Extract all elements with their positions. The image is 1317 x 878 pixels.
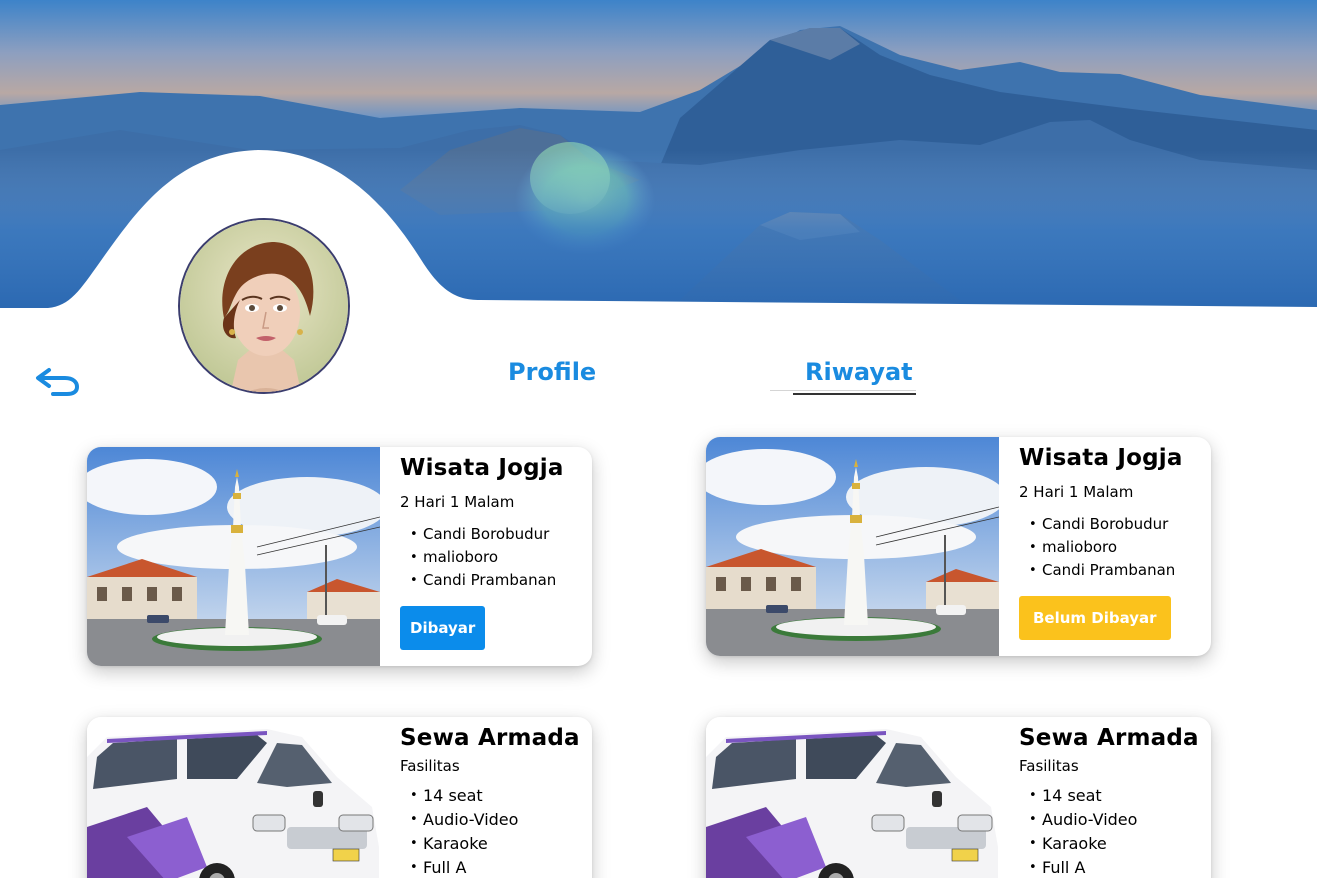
tugu-jogja-monument-image (87, 447, 380, 666)
list-item: Full A (410, 856, 582, 878)
list-item: Karaoke (1029, 832, 1201, 856)
card-duration: 2 Hari 1 Malam (1019, 483, 1134, 501)
list-item: 14 seat (410, 784, 582, 808)
back-button[interactable] (33, 364, 81, 398)
tab-divider (770, 390, 916, 391)
card-subtitle: Fasilitas (1019, 757, 1079, 775)
destination-list: Candi Borobudur malioboro Candi Prambana… (400, 523, 582, 592)
list-item: Candi Borobudur (410, 523, 582, 546)
list-item: Audio-Video (1029, 808, 1201, 832)
list-item: Candi Borobudur (1029, 513, 1201, 536)
card-title: Wisata Jogja (1019, 445, 1183, 471)
card-image (87, 447, 380, 666)
list-item: Candi Prambanan (1029, 559, 1201, 582)
facility-list: 14 seat Audio-Video Karaoke Full A (1019, 784, 1201, 878)
status-unpaid-button[interactable]: Belum Dibayar (1019, 596, 1171, 640)
history-card-sewa-armada[interactable]: Sewa Armada Fasilitas 14 seat Audio-Vide… (706, 717, 1211, 878)
list-item: Full A (1029, 856, 1201, 878)
list-item: Audio-Video (410, 808, 582, 832)
list-item: Candi Prambanan (410, 569, 582, 592)
status-paid-button[interactable]: Dibayar (400, 606, 486, 650)
tab-riwayat[interactable]: Riwayat (805, 358, 913, 386)
list-item: malioboro (1029, 536, 1201, 559)
card-image (87, 717, 380, 878)
history-card-sewa-armada[interactable]: Sewa Armada Fasilitas 14 seat Audio-Vide… (87, 717, 592, 878)
tugu-jogja-monument-image (706, 437, 999, 656)
woman-portrait-image (180, 220, 348, 392)
history-card-wisata-jogja[interactable]: Wisata Jogja 2 Hari 1 Malam Candi Borobu… (706, 437, 1211, 656)
card-image (706, 437, 999, 656)
white-minibus-image (706, 717, 999, 878)
profile-avatar[interactable] (178, 218, 350, 394)
list-item: malioboro (410, 546, 582, 569)
card-title: Wisata Jogja (400, 455, 564, 481)
active-tab-indicator (793, 393, 916, 395)
card-image (706, 717, 999, 878)
card-title: Sewa Armada (400, 725, 580, 751)
destination-list: Candi Borobudur malioboro Candi Prambana… (1019, 513, 1201, 582)
return-arrow-icon (36, 368, 80, 396)
white-minibus-image (87, 717, 380, 878)
card-title: Sewa Armada (1019, 725, 1199, 751)
history-card-wisata-jogja[interactable]: Wisata Jogja 2 Hari 1 Malam Candi Borobu… (87, 447, 592, 666)
list-item: Karaoke (410, 832, 582, 856)
list-item: 14 seat (1029, 784, 1201, 808)
tab-profile[interactable]: Profile (508, 358, 596, 386)
card-duration: 2 Hari 1 Malam (400, 493, 515, 511)
facility-list: 14 seat Audio-Video Karaoke Full A (400, 784, 582, 878)
card-subtitle: Fasilitas (400, 757, 460, 775)
